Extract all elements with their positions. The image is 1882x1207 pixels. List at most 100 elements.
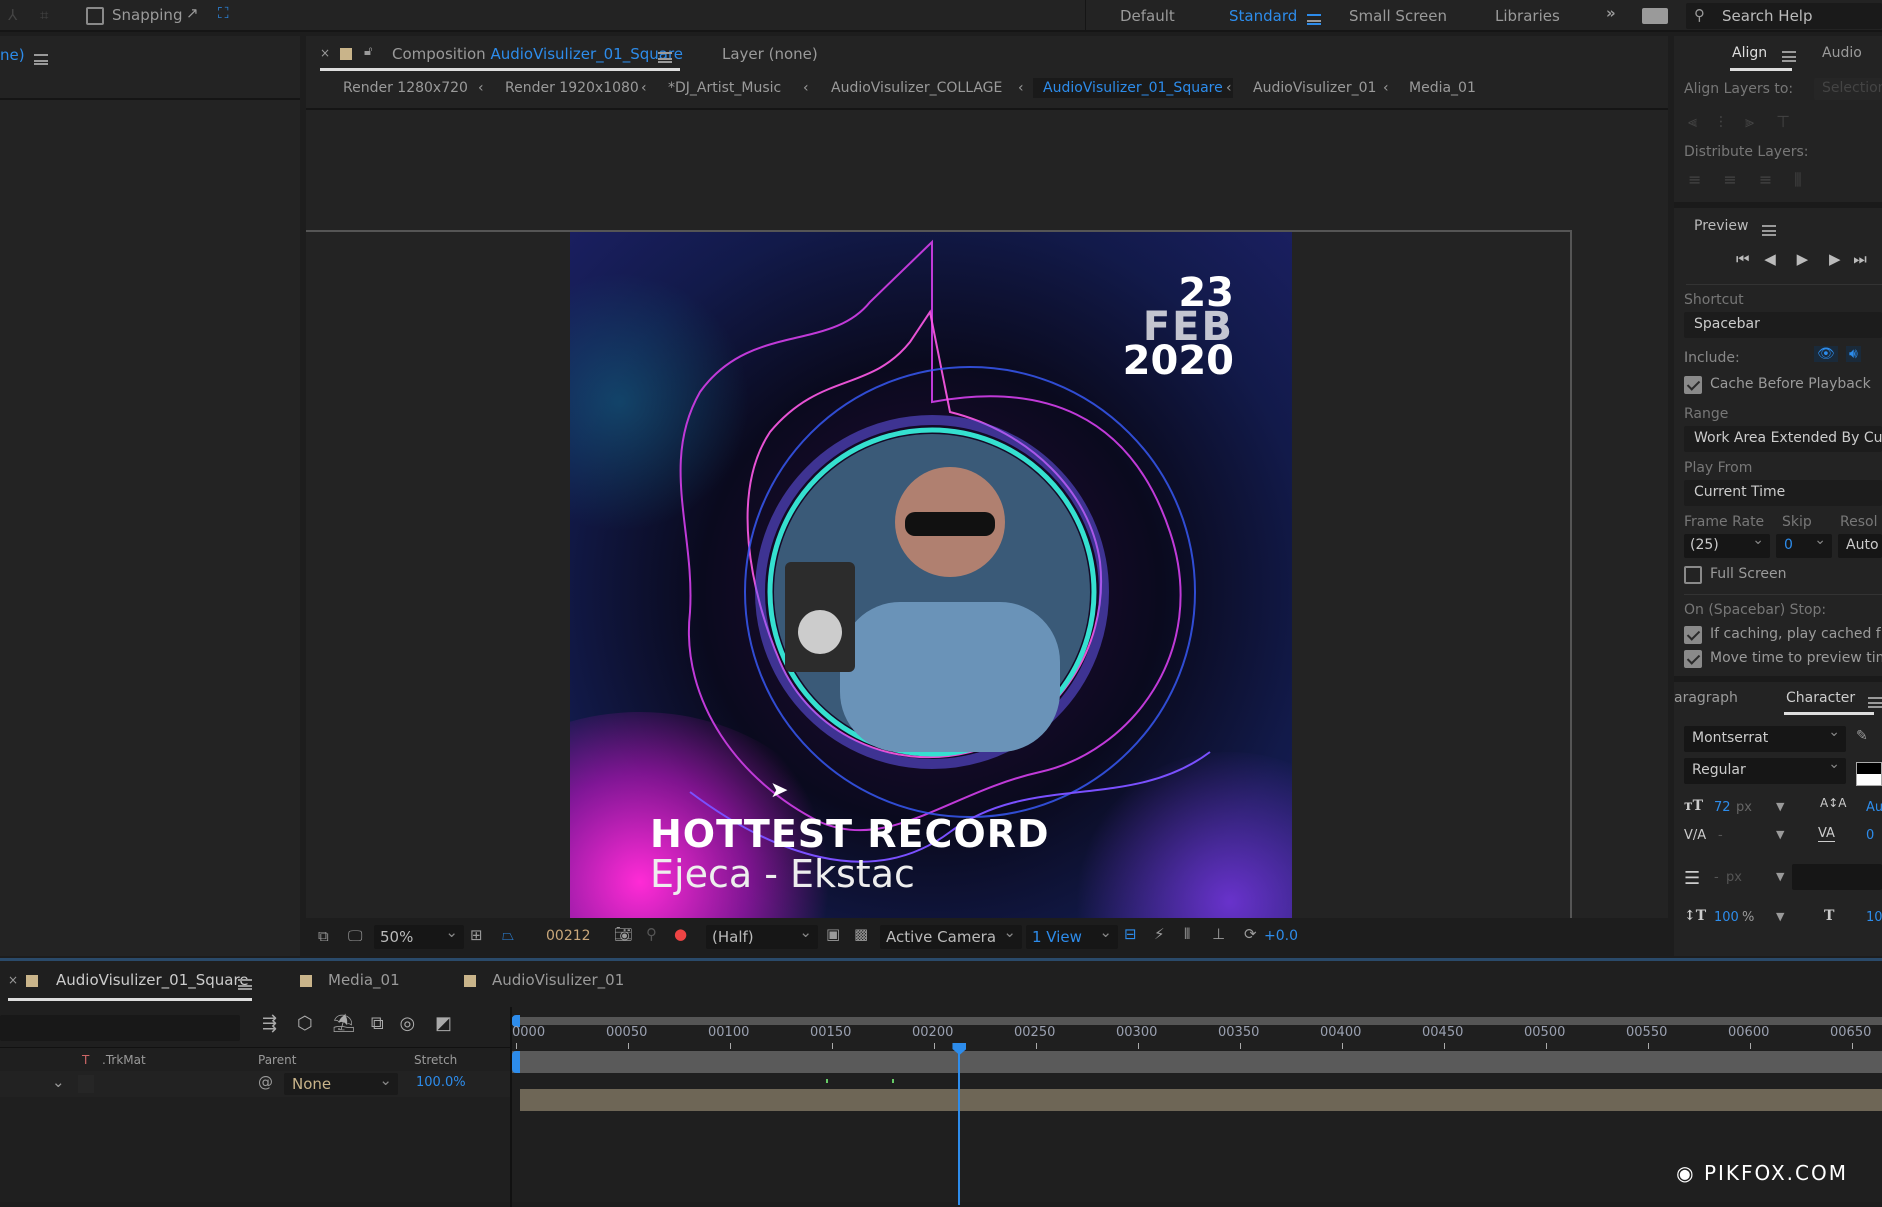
pin-tool-icon[interactable]: ⌗ [40, 6, 48, 24]
align-left-icon[interactable]: ⫷ [1688, 112, 1719, 131]
resolution-preview-dropdown[interactable]: Auto [1838, 534, 1882, 558]
close-tab-icon[interactable]: × [8, 973, 18, 987]
hide-shy-layers-icon[interactable]: ⛱ [332, 1013, 355, 1034]
horizontal-scale-value[interactable]: 100 [1866, 910, 1882, 925]
last-frame-icon[interactable]: ⏭ [1853, 250, 1867, 268]
fast-previews-icon[interactable]: ⚡ [1154, 925, 1165, 943]
current-time-indicator[interactable] [952, 1043, 967, 1205]
pickwhip-icon[interactable]: @ [258, 1073, 273, 1091]
layer-tab[interactable]: Layer (none) [722, 45, 818, 63]
layer-search-input[interactable] [0, 1015, 240, 1041]
layer-in-handle[interactable] [512, 1051, 520, 1073]
range-dropdown[interactable]: Work Area Extended By Curr [1684, 426, 1882, 452]
workspace-menu-icon[interactable] [1307, 10, 1321, 28]
draft-3d-icon[interactable]: ⬡ [297, 1013, 313, 1034]
keyframe-marker[interactable] [826, 1079, 828, 1083]
tab-audio[interactable]: Audio [1822, 45, 1862, 61]
play-icon[interactable]: ▶ [1797, 250, 1809, 268]
graph-editor-icon[interactable]: ◩ [435, 1013, 452, 1034]
layer-duration-bar[interactable] [512, 1051, 1882, 1073]
timeline-tab-active[interactable]: AudioVisulizer_01_Square [56, 971, 249, 989]
composition-flowchart-icon[interactable]: ⇶ [262, 1013, 277, 1034]
distribute-vcenter-icon[interactable]: ≡ [1723, 170, 1758, 189]
resolution-dropdown[interactable]: (Half) [706, 923, 818, 949]
timeline-tab[interactable]: AudioVisulizer_01 [492, 971, 624, 989]
shortcut-dropdown[interactable]: Spacebar [1684, 312, 1882, 338]
region-of-interest-icon[interactable]: ▣ [826, 925, 840, 943]
stroke-width-value[interactable]: - [1714, 870, 1719, 885]
kerning-arrow-icon[interactable]: ▼ [1776, 828, 1784, 841]
previous-frame-icon[interactable]: ◀ [1764, 250, 1776, 268]
mode-dropdown-chevron-icon[interactable]: ⌄ [52, 1073, 65, 1091]
timecode[interactable]: 00212 [546, 928, 591, 944]
tab-character[interactable]: Character [1786, 690, 1855, 706]
toggle-pixel-aspect-icon[interactable]: ⊟ [1124, 925, 1137, 943]
snapping-checkbox[interactable] [86, 6, 104, 25]
preview-menu-icon[interactable] [1762, 222, 1776, 238]
work-area-bar[interactable] [512, 1017, 1882, 1025]
include-audio-icon[interactable]: 🔊︎ [1846, 346, 1861, 362]
workspace-default[interactable]: Default [1120, 7, 1175, 25]
search-help-field[interactable]: ⚲ Search Help [1686, 3, 1882, 29]
distribute-bottom-icon[interactable]: ≡ [1759, 170, 1794, 189]
font-size-value[interactable]: 72 [1714, 800, 1731, 815]
composition-viewer[interactable]: 23 FEB 2020 HOTTEST RECORD Ejeca - Eksta… [306, 110, 1668, 954]
full-screen-checkbox[interactable] [1684, 566, 1702, 584]
tab-paragraph[interactable]: aragraph [1674, 690, 1738, 706]
views-dropdown[interactable]: 1 View [1026, 923, 1118, 949]
exposure-value[interactable]: +0.0 [1264, 928, 1298, 944]
first-frame-icon[interactable]: ⏮ [1736, 250, 1750, 268]
lock-icon[interactable]: 🔓︎ [364, 44, 372, 59]
fill-stroke-swatch[interactable] [1856, 762, 1882, 786]
layer-clip-bar[interactable] [520, 1089, 1882, 1111]
align-right-icon[interactable]: ⫸ [1745, 112, 1776, 131]
timeline-icon[interactable]: ⫴ [1184, 925, 1190, 943]
puppet-tool-icon[interactable]: ⅄ [8, 6, 17, 24]
tab-align[interactable]: Align [1732, 45, 1767, 61]
monitor-icon[interactable]: 🖵︎ [348, 927, 362, 945]
skip-dropdown[interactable]: 0 [1776, 532, 1832, 558]
frame-blending-icon[interactable]: ⧉ [371, 1013, 384, 1034]
transparency-grid-icon[interactable]: ▩ [854, 925, 868, 943]
kerning-value[interactable]: - [1718, 828, 1723, 843]
always-preview-icon[interactable]: ⧉ [318, 927, 329, 945]
workspace-libraries[interactable]: Libraries [1495, 7, 1560, 25]
show-snapshot-icon[interactable]: ⚲ [646, 925, 657, 943]
camera-dropdown[interactable]: Active Camera [880, 923, 1022, 949]
snap-edges-icon[interactable]: ↗ [186, 4, 199, 22]
zoom-dropdown[interactable]: 50% [374, 923, 464, 949]
close-tab-icon[interactable]: × [320, 46, 330, 60]
font-family-dropdown[interactable]: Montserrat [1684, 724, 1846, 752]
snapshot-camera-icon[interactable]: 📷︎ [614, 925, 633, 943]
if-caching-checkbox[interactable] [1684, 626, 1702, 644]
include-video-icon[interactable]: 👁︎ [1814, 346, 1838, 362]
vertical-scale-arrow-icon[interactable]: ▼ [1776, 910, 1784, 923]
reset-exposure-icon[interactable]: ⟳ [1244, 925, 1257, 943]
overflow-chevrons-icon[interactable]: » [1606, 4, 1616, 22]
breadcrumb-item[interactable]: *DJ_Artist_Music [668, 80, 781, 96]
trkmat-field[interactable] [78, 1075, 94, 1093]
breadcrumb-item-active[interactable]: AudioVisulizer_01_Square [1033, 78, 1233, 98]
breadcrumb-item[interactable]: Media_01 [1409, 80, 1476, 96]
workspace-small-screen[interactable]: Small Screen [1349, 7, 1447, 25]
resolution-grid-icon[interactable]: ⊞ [470, 926, 483, 944]
tracking-value[interactable]: 0 [1866, 828, 1874, 843]
move-time-checkbox[interactable] [1684, 650, 1702, 668]
snap-features-icon[interactable]: ⛶ [218, 4, 229, 22]
breadcrumb-item[interactable]: AudioVisulizer_COLLAGE [831, 80, 1002, 96]
stroke-width-arrow-icon[interactable]: ▼ [1776, 870, 1784, 883]
mask-visibility-icon[interactable]: ⏢ [502, 926, 514, 944]
flowchart-icon[interactable]: ⊥ [1212, 925, 1225, 943]
motion-blur-icon[interactable]: ◎ [399, 1013, 415, 1034]
play-from-dropdown[interactable]: Current Time [1684, 480, 1882, 506]
font-size-arrow-icon[interactable]: ▼ [1776, 800, 1784, 813]
align-top-icon[interactable]: ⊤ [1776, 112, 1812, 131]
character-menu-icon[interactable] [1868, 694, 1882, 710]
timeline-tab[interactable]: Media_01 [328, 971, 400, 989]
cache-before-playback-checkbox[interactable] [1684, 376, 1702, 394]
align-hcenter-icon[interactable]: ⫶ [1719, 112, 1745, 131]
frame-rate-dropdown[interactable]: (25) [1684, 532, 1770, 558]
distribute-left-icon[interactable]: ⫼ [1794, 170, 1823, 189]
breadcrumb-item[interactable]: Render 1920x1080 [505, 80, 639, 96]
font-style-dropdown[interactable]: Regular [1684, 756, 1846, 784]
